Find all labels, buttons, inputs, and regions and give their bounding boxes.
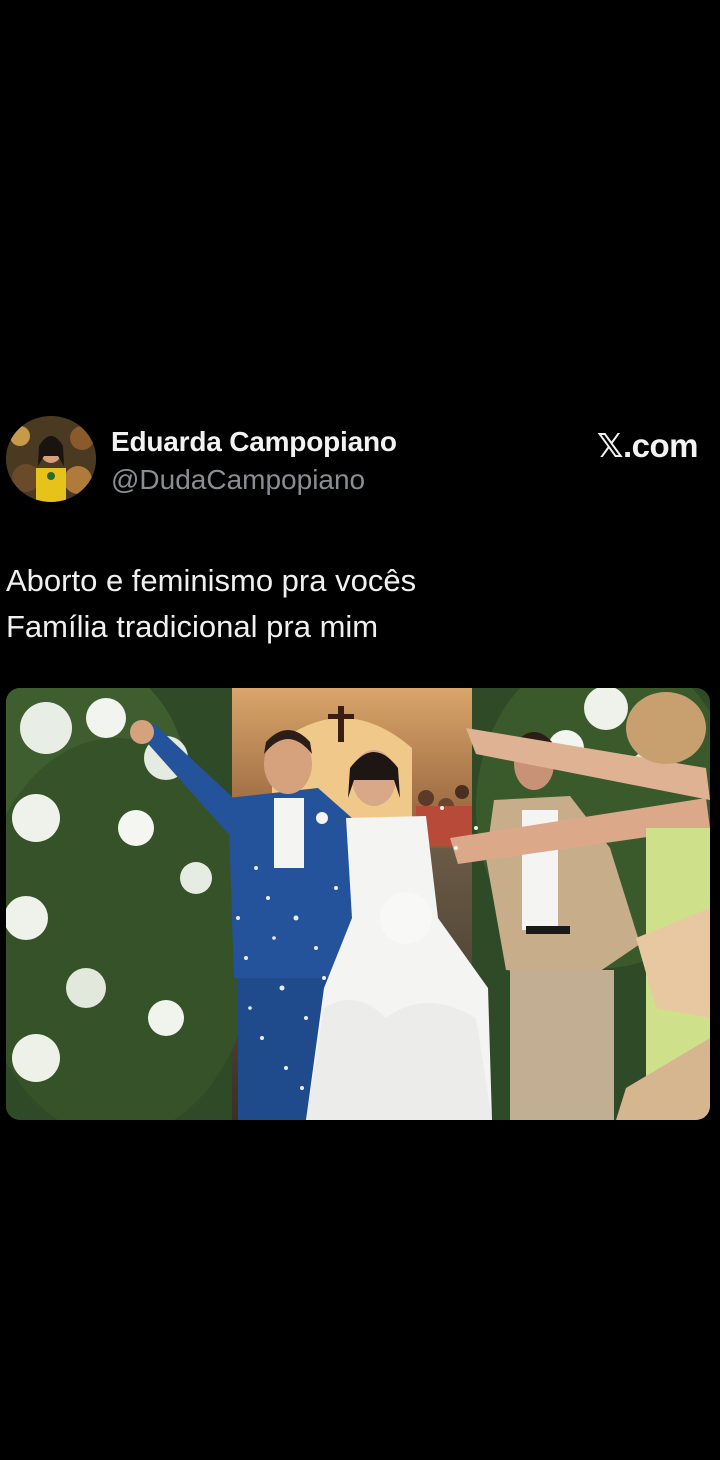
x-logo-icon: 𝕏: [596, 426, 624, 465]
post-media[interactable]: [6, 688, 710, 1120]
avatar-photo-icon: [6, 416, 96, 502]
post-text: Aborto e feminismo pra vocês Família tra…: [6, 558, 706, 650]
post-header: Eduarda Campopiano @DudaCampopiano 𝕏.com: [0, 412, 720, 508]
x-com-logo: 𝕏.com: [596, 426, 699, 465]
brand-suffix: .com: [622, 427, 699, 464]
post-text-line-1: Aborto e feminismo pra vocês: [6, 563, 417, 598]
author-handle[interactable]: @DudaCampopiano: [111, 464, 365, 496]
wedding-photo-icon: [6, 688, 710, 1120]
author-name[interactable]: Eduarda Campopiano: [111, 426, 397, 458]
post-text-line-2: Família tradicional pra mim: [6, 609, 379, 644]
author-avatar[interactable]: [6, 416, 96, 502]
